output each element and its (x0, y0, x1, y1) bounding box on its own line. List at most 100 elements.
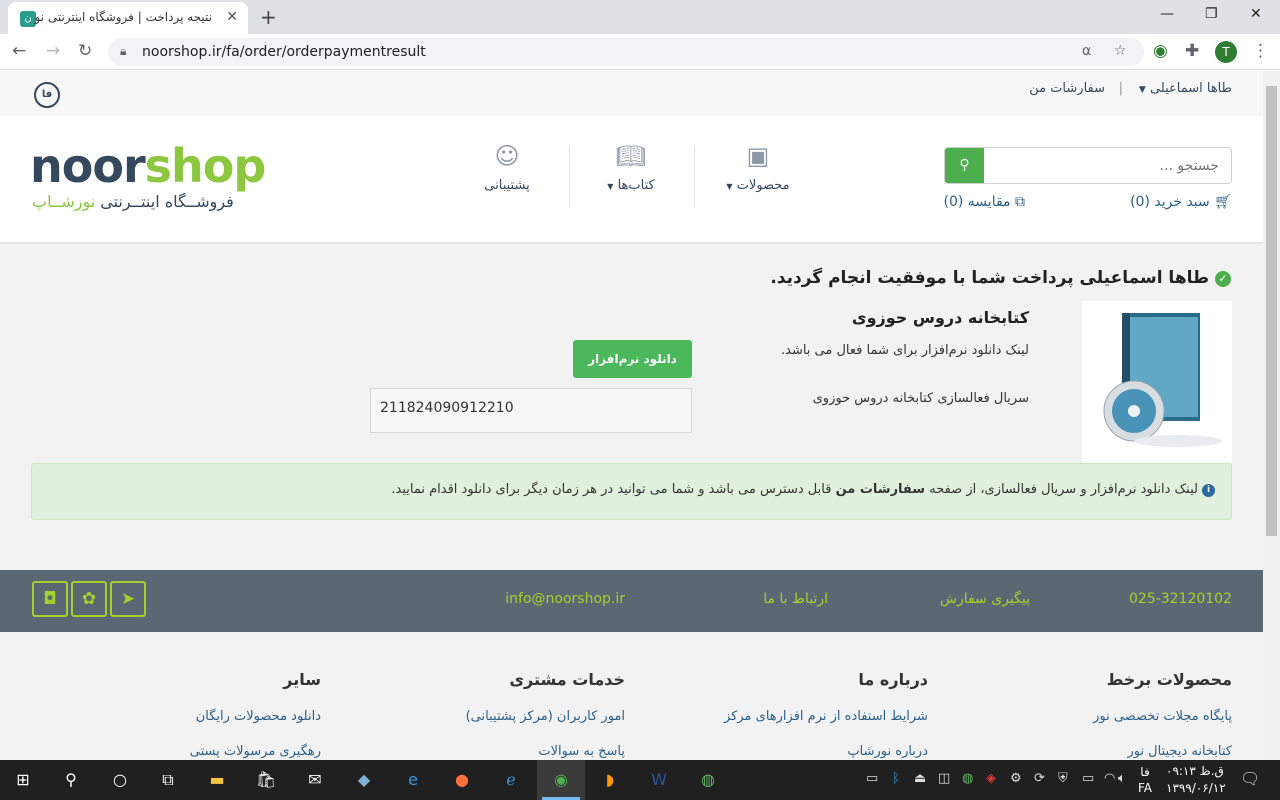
cart-link[interactable]: 🛒︎ سبد خرید (0) (1130, 194, 1232, 210)
profile-avatar[interactable]: T (1215, 41, 1237, 63)
notes-app-icon[interactable]: ◆ (351, 767, 377, 793)
footer-email[interactable]: info@noorshop.ir (505, 591, 625, 607)
browser-tab-bar: ن نتیجه پرداخت | فروشگاه اینترنتی نور ✕ … (0, 0, 1280, 34)
edge-icon[interactable]: e (400, 767, 426, 793)
serial-field[interactable]: 211824090912210 (370, 388, 692, 433)
word-icon[interactable]: W (646, 767, 672, 793)
input-language-code: FA (1138, 781, 1153, 795)
footer-link[interactable]: پایگاه مجلات تخصصی نور (1093, 709, 1232, 724)
caret-down-icon: ▼ (607, 182, 614, 191)
tray-network-icon[interactable]: ◫ (938, 771, 950, 786)
input-language-fa: فا (1140, 765, 1150, 779)
wifi-icon[interactable]: ◠ (1104, 771, 1115, 786)
tab-close-icon[interactable]: ✕ (226, 9, 238, 25)
nav-books[interactable]: 📖︎ کتاب‌ها ▼ (596, 142, 666, 193)
tray-app-icon[interactable]: ▭ (866, 771, 878, 786)
back-icon[interactable]: ← (12, 41, 26, 61)
footer-link[interactable]: شرایط استفاده از نرم افزارهای مرکز (724, 709, 928, 724)
product-image (1082, 301, 1232, 463)
file-explorer-icon[interactable]: ▬ (204, 767, 230, 793)
download-software-button[interactable]: دانلود نرم‌افزار (573, 340, 692, 378)
footer-link[interactable]: درباره نورشاپ (847, 744, 928, 759)
check-circle-icon: ✓ (1215, 271, 1231, 287)
chrome-icon[interactable]: ◉ (548, 767, 574, 793)
clock-date[interactable]: ۱۳۹۹/۰۶/۱۲ (1166, 781, 1226, 795)
internet-explorer-icon[interactable]: ℯ (498, 767, 524, 793)
bookmark-star-icon[interactable]: ☆ (1114, 43, 1127, 59)
new-tab-plus-icon[interactable]: + (260, 5, 277, 29)
footer-link[interactable]: امور کاربران (مرکز پشتیبانی) (466, 709, 625, 724)
reload-icon[interactable]: ↻ (78, 41, 92, 61)
footer-heading-customer-services: خدمات مشتری (509, 670, 625, 689)
caret-down-icon: ▼ (726, 182, 733, 191)
extension-globe-icon[interactable]: ◉ (1153, 41, 1168, 61)
compare-label: مقایسه (0) (943, 194, 1011, 210)
track-order-link[interactable]: پیگیری سفارش (940, 591, 1030, 607)
logo-subtitle: فروشــگاه اینتــرنتی نورشــاپ (32, 192, 234, 211)
footer-heading-online-products: محصولات برخط (1106, 670, 1232, 689)
browser-toolbar: ← → ↻ 🔒︎ noorshop.ir/fa/order/orderpayme… (0, 34, 1280, 70)
extensions-puzzle-icon[interactable]: ✚ (1185, 41, 1199, 61)
headset-icon: ☺ (494, 142, 520, 170)
media-app-icon[interactable]: ◗ (597, 767, 623, 793)
nav-products[interactable]: ▣ محصولات ▼ (716, 142, 800, 193)
telegram-icon[interactable]: ➤ (110, 581, 146, 617)
nav-support-label: پشتیبانی (484, 178, 530, 193)
tray-device-icon[interactable]: ⏏ (914, 771, 926, 786)
notice-my-orders-link[interactable]: سفارشات من (836, 482, 926, 497)
battery-icon[interactable]: ▭ (1082, 771, 1094, 786)
language-switch[interactable]: فا (34, 82, 60, 108)
nav-support[interactable]: ☺ پشتیبانی (470, 142, 544, 193)
instagram-icon[interactable]: ◘ (32, 581, 68, 617)
my-orders-link[interactable]: سفارشات من (1029, 81, 1105, 96)
volume-icon[interactable]: 🔈︎ (1118, 771, 1126, 786)
footer-link[interactable]: پاسخ به سوالات (538, 744, 625, 759)
browser-tab[interactable]: ن نتیجه پرداخت | فروشگاه اینترنتی نور ✕ (8, 2, 248, 34)
input-language[interactable]: فا FA (1138, 764, 1152, 796)
shield-icon[interactable]: ⛨ (1058, 771, 1068, 786)
tray-settings-icon[interactable]: ⚙ (1010, 771, 1022, 786)
user-menu[interactable]: طاها اسماعیلی ▼ (1139, 81, 1232, 96)
antivirus-icon[interactable]: ◈ (986, 771, 996, 786)
store-icon[interactable]: 🛍︎ (253, 767, 279, 793)
footer-link[interactable]: دانلود محصولات رایگان (196, 709, 321, 724)
address-bar[interactable]: 🔒︎ noorshop.ir/fa/order/orderpaymentresu… (108, 38, 1144, 66)
task-view-icon[interactable]: ⧉ (155, 767, 181, 793)
translate-icon[interactable]: ⍺ (1082, 43, 1091, 59)
globe-app-icon[interactable]: ◍ (695, 767, 721, 793)
browser-menu-icon[interactable]: ⋮ (1252, 41, 1269, 61)
firefox-icon[interactable]: ● (449, 767, 475, 793)
window-close-icon[interactable]: ✕ (1250, 6, 1262, 22)
taskbar-search-icon[interactable]: ⚲ (58, 767, 84, 793)
tray-globe-icon[interactable]: ◍ (962, 771, 973, 786)
contact-us-link[interactable]: ارتباط با ما (763, 591, 828, 607)
windows-start-icon[interactable]: ⊞ (10, 767, 36, 793)
download-description: لینک دانلود نرم‌افزار برای شما فعال می ب… (781, 343, 1029, 358)
forward-icon[interactable]: → (46, 41, 60, 61)
tray-sync-icon[interactable]: ⟳ (1034, 771, 1045, 786)
footer-link[interactable]: کتابخانه دیجیتال نور (1127, 744, 1232, 759)
notifications-icon[interactable]: 🗨︎ (1240, 769, 1260, 788)
mail-icon[interactable]: ✉ (302, 767, 328, 793)
compare-link[interactable]: ⧉ مقایسه (0) (944, 194, 1026, 210)
search-button[interactable]: ⚲ (945, 148, 984, 183)
success-message: ✓ طاها اسماعیلی پرداخت شما با موفقیت انجا… (770, 268, 1231, 288)
lock-icon: 🔒︎ (120, 44, 127, 58)
clock-time[interactable]: ق.ظ ۰۹:۱۳ (1166, 764, 1224, 778)
aparat-icon[interactable]: ✿ (71, 581, 107, 617)
cortana-icon[interactable]: ○ (107, 767, 133, 793)
footer-phone: 025-32120102 (1128, 591, 1232, 607)
success-text: طاها اسماعیلی پرداخت شما با موفقیت انجام… (770, 268, 1209, 288)
bluetooth-icon[interactable]: ᛒ (892, 771, 900, 786)
scrollbar-thumb[interactable] (1266, 86, 1277, 536)
nav-divider (694, 146, 695, 208)
minimize-icon[interactable]: — (1160, 6, 1174, 22)
topbar-separator: | (1118, 81, 1123, 96)
site-logo[interactable]: noorshop (30, 139, 267, 193)
logo-shop: shop (144, 139, 267, 193)
info-icon: i (1202, 484, 1215, 497)
search-input[interactable] (985, 148, 1231, 183)
windows-taskbar: ⊞ ⚲ ○ ⧉ ▬ 🛍︎ ✉ ◆ e ● ℯ ◉ ◗ W ◍ ▭ ᛒ ⏏ ◫ ◍… (0, 760, 1280, 800)
footer-link[interactable]: رهگیری مرسولات پستی (190, 744, 321, 759)
restore-icon[interactable]: ❐ (1205, 6, 1218, 22)
